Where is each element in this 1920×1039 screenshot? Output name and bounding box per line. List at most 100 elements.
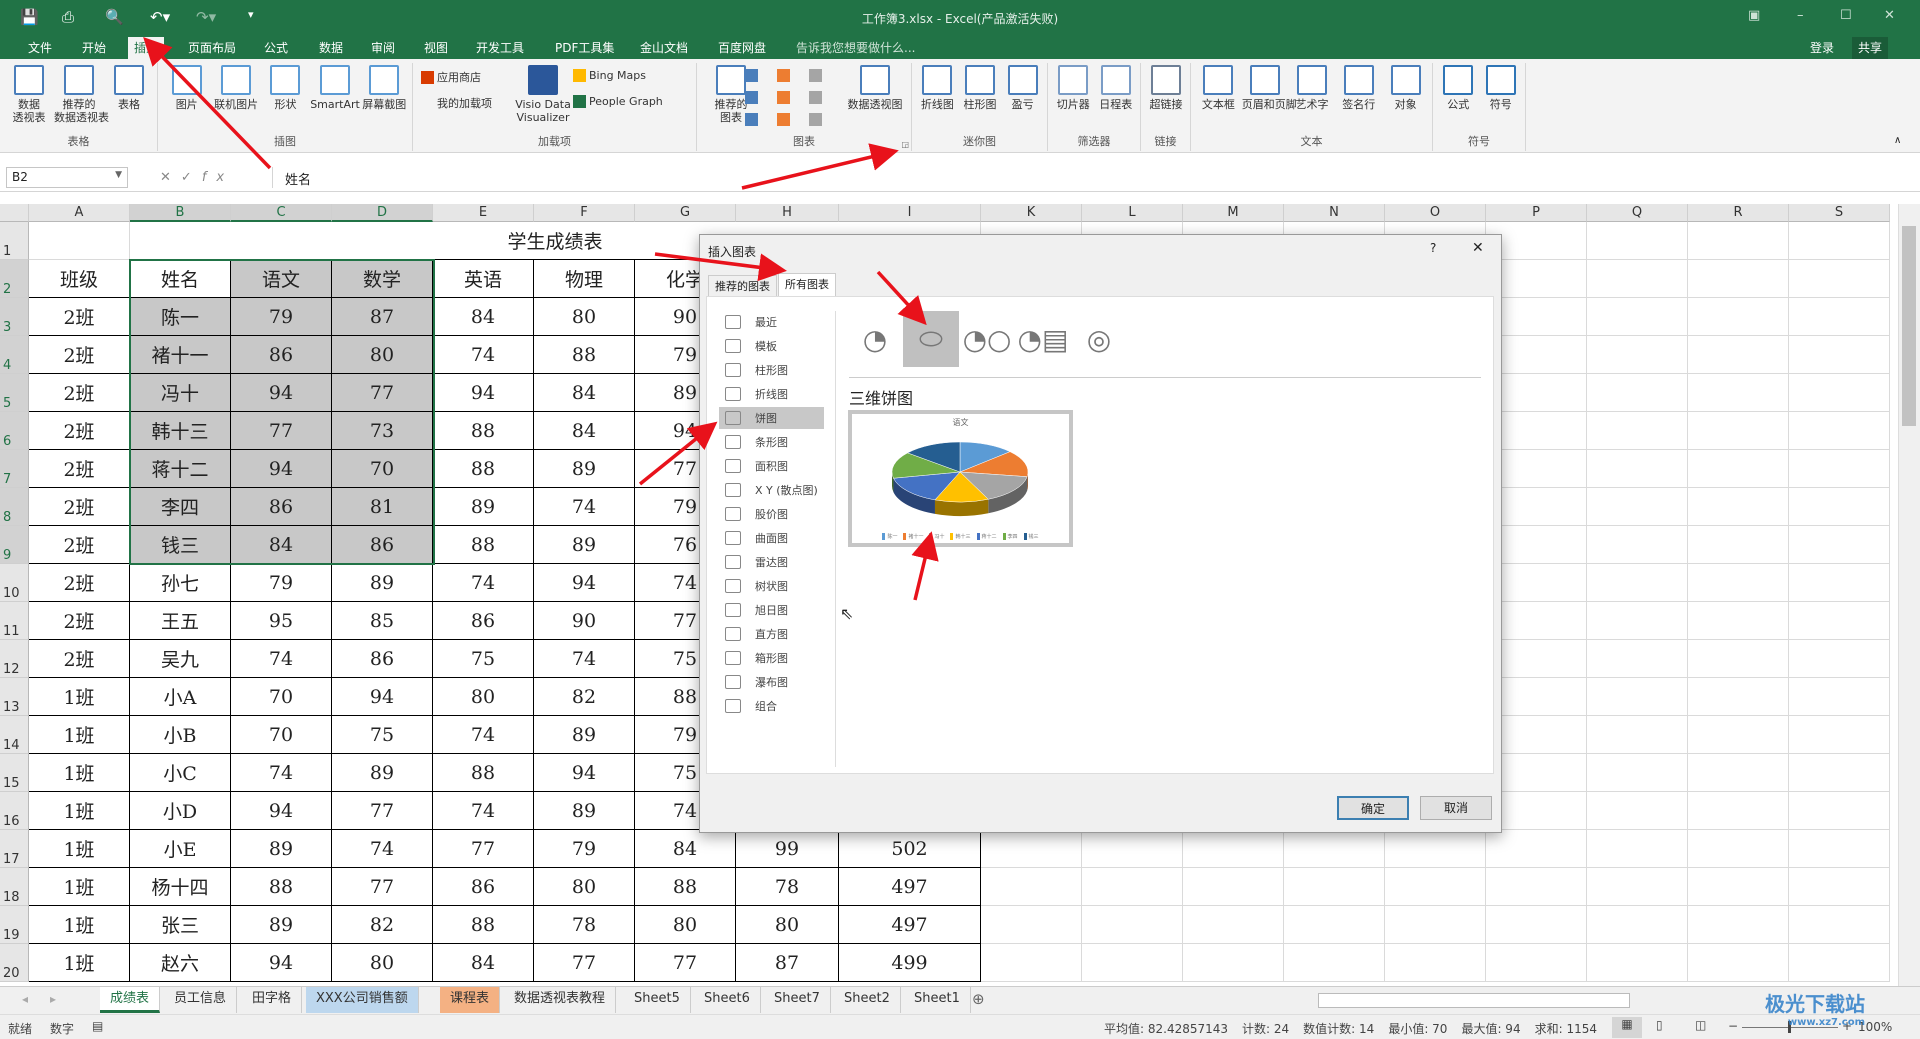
table-cell[interactable]: 小C <box>130 754 231 792</box>
chart-category-item[interactable]: 树状图 <box>719 575 824 597</box>
table-cell[interactable]: 497 <box>839 868 981 906</box>
ribbon-button-0[interactable]: 应用商店 <box>421 69 481 85</box>
empty-cell[interactable] <box>1688 906 1789 944</box>
table-cell[interactable]: 70 <box>332 450 433 488</box>
empty-cell[interactable] <box>1183 906 1284 944</box>
sheet-tab[interactable]: 员工信息 <box>164 987 238 1013</box>
sheet-tab[interactable]: Sheet6 <box>694 987 761 1013</box>
table-cell[interactable]: 2班 <box>29 374 130 412</box>
table-cell[interactable]: 蒋十二 <box>130 450 231 488</box>
empty-cell[interactable] <box>1789 298 1890 336</box>
table-cell[interactable]: 94 <box>231 374 332 412</box>
share-button[interactable]: 共享 <box>1852 37 1889 59</box>
chart-type-icon[interactable] <box>777 69 790 82</box>
column-header-D[interactable]: D <box>332 204 433 222</box>
table-cell[interactable]: 小A <box>130 678 231 716</box>
normal-view-icon[interactable]: ▦ <box>1612 1017 1642 1038</box>
empty-cell[interactable] <box>1284 906 1385 944</box>
empty-cell[interactable] <box>1789 868 1890 906</box>
row-header-7[interactable]: 7 <box>0 450 29 488</box>
empty-cell[interactable] <box>1789 526 1890 564</box>
table-cell[interactable]: 77 <box>332 374 433 412</box>
menu-tab-9[interactable]: PDF工具集 <box>549 37 620 59</box>
empty-cell[interactable] <box>1789 602 1890 640</box>
column-title-cell[interactable]: 班级 <box>29 260 130 298</box>
empty-cell[interactable] <box>1789 260 1890 298</box>
chart-category-item[interactable]: 面积图 <box>719 455 824 477</box>
table-cell[interactable]: 86 <box>231 336 332 374</box>
table-cell[interactable]: 80 <box>332 944 433 982</box>
column-header-O[interactable]: O <box>1385 204 1486 222</box>
sheet-tab[interactable]: 田字格 <box>242 987 303 1013</box>
table-cell[interactable]: 78 <box>736 868 839 906</box>
empty-cell[interactable] <box>1587 222 1688 260</box>
empty-cell[interactable] <box>1082 868 1183 906</box>
table-cell[interactable]: 89 <box>231 830 332 868</box>
empty-cell[interactable] <box>1183 830 1284 868</box>
table-cell[interactable]: 79 <box>534 830 635 868</box>
empty-cell[interactable] <box>1789 488 1890 526</box>
row-header-14[interactable]: 14 <box>0 716 29 754</box>
empty-cell[interactable] <box>1789 412 1890 450</box>
empty-cell[interactable] <box>1587 754 1688 792</box>
tab-scroll-right-icon[interactable]: ▸ <box>50 992 56 1006</box>
table-cell[interactable]: 86 <box>231 488 332 526</box>
ribbon-button-4-1[interactable]: 柱形图 <box>959 65 1002 111</box>
ribbon-button-0-0[interactable]: 数据 透视表 <box>4 65 54 124</box>
vertical-scrollbar[interactable] <box>1898 204 1920 986</box>
row-header-11[interactable]: 11 <box>0 602 29 640</box>
column-header-N[interactable]: N <box>1284 204 1385 222</box>
table-cell[interactable]: 77 <box>332 792 433 830</box>
empty-cell[interactable] <box>1688 792 1789 830</box>
tab-scroll-left-icon[interactable]: ◂ <box>22 992 28 1006</box>
ribbon-button-1[interactable]: 我的加载项 <box>421 95 492 111</box>
chart-category-item[interactable]: 旭日图 <box>719 599 824 621</box>
empty-cell[interactable] <box>1688 260 1789 298</box>
ribbon-button-7-4[interactable]: 对象 <box>1382 65 1429 111</box>
table-cell[interactable]: 2班 <box>29 298 130 336</box>
column-title-cell[interactable]: 姓名 <box>130 260 231 298</box>
column-header-Q[interactable]: Q <box>1587 204 1688 222</box>
ribbon-button-4-2[interactable]: 盈亏 <box>1001 65 1044 111</box>
table-cell[interactable]: 85 <box>332 602 433 640</box>
close-button[interactable]: ✕ <box>1472 240 1484 256</box>
ribbon-button-1-3[interactable]: SmartArt <box>310 65 360 111</box>
sheet-tab[interactable]: 课程表 <box>440 987 501 1013</box>
table-cell[interactable]: 75 <box>332 716 433 754</box>
table-cell[interactable]: 89 <box>534 450 635 488</box>
table-cell[interactable]: 94 <box>433 374 534 412</box>
ribbon-button-0-2[interactable]: 表格 <box>104 65 154 111</box>
table-cell[interactable]: 88 <box>534 336 635 374</box>
empty-cell[interactable] <box>1587 336 1688 374</box>
table-cell[interactable]: 87 <box>332 298 433 336</box>
empty-cell[interactable] <box>1688 868 1789 906</box>
column-header-P[interactable]: P <box>1486 204 1587 222</box>
table-cell[interactable]: 李四 <box>130 488 231 526</box>
empty-cell[interactable] <box>1688 488 1789 526</box>
empty-cell[interactable] <box>1789 754 1890 792</box>
table-cell[interactable]: 74 <box>534 488 635 526</box>
empty-cell[interactable] <box>1385 830 1486 868</box>
table-cell[interactable]: 杨十四 <box>130 868 231 906</box>
row-header-3[interactable]: 3 <box>0 298 29 336</box>
ribbon-button-7-2[interactable]: 艺术字 <box>1289 65 1336 111</box>
empty-cell[interactable] <box>1587 678 1688 716</box>
table-cell[interactable]: 497 <box>839 906 981 944</box>
table-cell[interactable]: 94 <box>231 792 332 830</box>
empty-cell[interactable] <box>1587 450 1688 488</box>
empty-cell[interactable] <box>1688 222 1789 260</box>
empty-cell[interactable] <box>981 868 1082 906</box>
chart-category-item[interactable]: 箱形图 <box>719 647 824 669</box>
ribbon-button-4[interactable]: People Graph <box>573 95 663 108</box>
table-cell[interactable]: 84 <box>534 374 635 412</box>
table-cell[interactable]: 褚十一 <box>130 336 231 374</box>
table-cell[interactable]: 84 <box>433 298 534 336</box>
chart-type-icon[interactable] <box>777 113 790 126</box>
ribbon-button-3[interactable]: Bing Maps <box>573 69 646 82</box>
menu-tab-5[interactable]: 数据 <box>313 37 349 59</box>
ribbon-button-1-1[interactable]: 联机图片 <box>211 65 260 111</box>
empty-cell[interactable] <box>1284 944 1385 982</box>
row-header-6[interactable]: 6 <box>0 412 29 450</box>
column-header-A[interactable]: A <box>29 204 130 222</box>
empty-cell[interactable] <box>1587 374 1688 412</box>
